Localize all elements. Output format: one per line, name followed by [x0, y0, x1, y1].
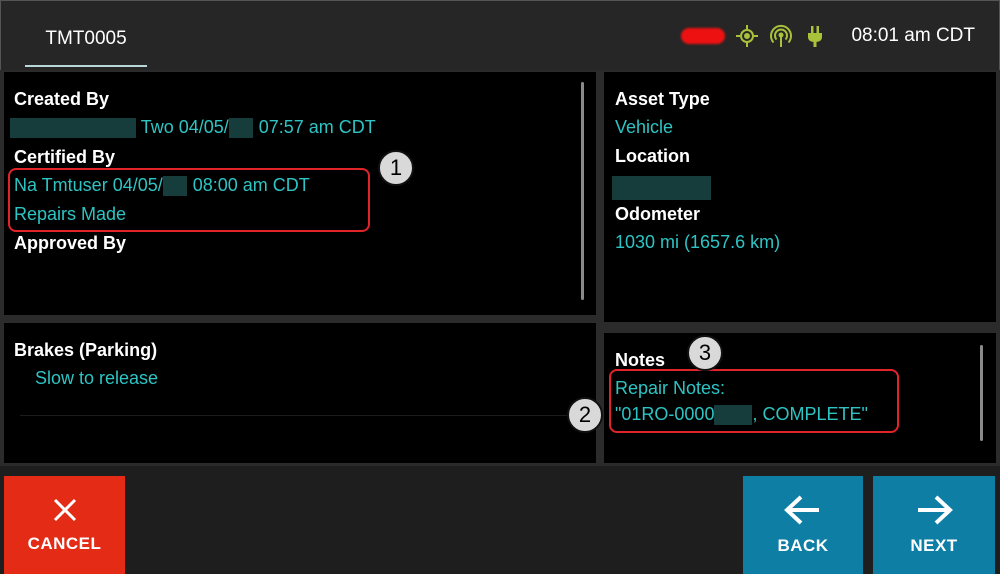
status-area: 08:01 am CDT: [681, 21, 975, 51]
callout-badge-2: 2: [567, 397, 603, 433]
details-scrollbar[interactable]: [581, 82, 584, 300]
arrow-left-icon: [784, 495, 819, 525]
callout-box-certified: [8, 168, 370, 232]
signal-indicator: [681, 28, 726, 44]
callout-box-notes: [609, 369, 899, 433]
asset-panel: Asset Type Vehicle Location Odometer 103…: [604, 72, 996, 322]
created-by-label: Created By: [14, 89, 110, 109]
odometer-label: Odometer: [615, 204, 701, 224]
next-button-label: NEXT: [910, 536, 958, 555]
back-button-label: BACK: [777, 536, 829, 555]
created-by-time: 07:57 am CDT: [258, 117, 376, 137]
arrow-right-icon: [918, 495, 953, 525]
defect-divider: [20, 415, 580, 416]
callout-badge-3: 3: [687, 335, 723, 371]
top-bar: TMT0005 08:01 am CDT: [0, 0, 1000, 70]
notes-scrollbar[interactable]: [980, 345, 983, 441]
asset-type-value: Vehicle: [615, 117, 674, 137]
cancel-button[interactable]: CANCEL: [4, 476, 125, 574]
wifi-hotspot-icon: [769, 24, 793, 48]
redacted-location: [612, 176, 711, 200]
next-button[interactable]: NEXT: [873, 476, 995, 574]
created-by-date: Two 04/05/: [140, 117, 229, 137]
tab-underline: [25, 65, 147, 67]
odometer-value: 1030 mi (1657.6 km): [615, 232, 781, 252]
created-by-value: Two 04/05/07:57 am CDT: [10, 117, 376, 139]
callout-badge-1: 1: [378, 150, 414, 186]
redacted-year: [228, 118, 253, 139]
defect-panel: Brakes (Parking) Slow to release: [4, 323, 596, 463]
defect-title: Brakes (Parking): [14, 340, 158, 360]
cancel-button-label: CANCEL: [27, 534, 102, 553]
plug-icon: [803, 24, 827, 48]
asset-type-label: Asset Type: [615, 89, 710, 109]
tab-tmt0005[interactable]: TMT0005: [25, 23, 147, 67]
redacted-name: [10, 118, 136, 139]
close-icon: [53, 498, 76, 522]
certified-by-label: Certified By: [14, 147, 116, 167]
gps-icon: [735, 24, 759, 48]
approved-by-label: Approved By: [14, 233, 127, 253]
clock: 08:01 am CDT: [851, 25, 975, 46]
defect-description: Slow to release: [35, 368, 159, 388]
notes-label: Notes: [615, 350, 666, 370]
location-label: Location: [615, 146, 690, 166]
back-button[interactable]: BACK: [743, 476, 863, 574]
